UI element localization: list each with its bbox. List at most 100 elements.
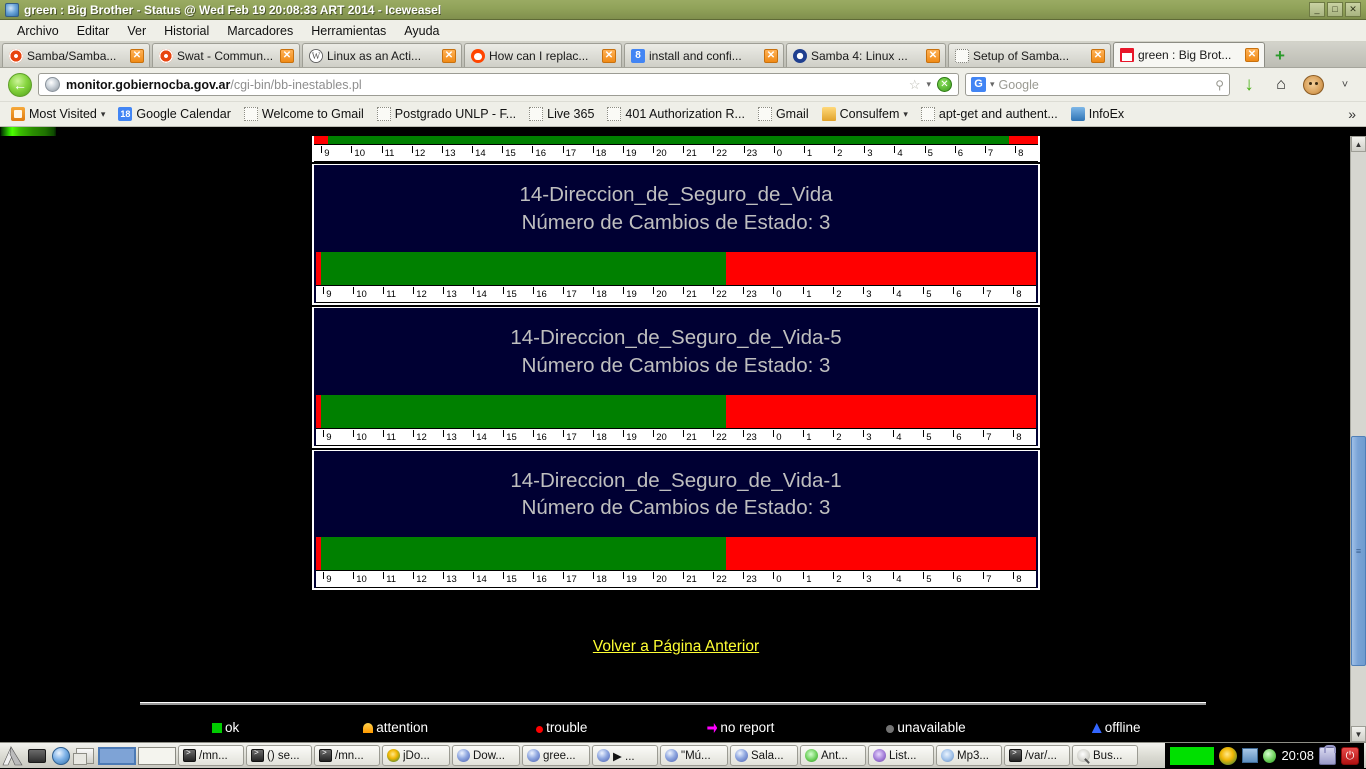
bookmark-live-365[interactable]: Live 365 [524, 105, 599, 123]
task-button[interactable]: "Mú... [660, 745, 728, 766]
workspace-1-button[interactable] [98, 747, 136, 765]
task-button[interactable]: Sala... [730, 745, 798, 766]
bookmark-folder-consulfem[interactable]: Consulfem ▾ [817, 105, 913, 123]
close-button[interactable]: ✕ [1345, 2, 1361, 17]
browser-tab-1[interactable]: Samba/Samba... ✕ [2, 43, 150, 67]
tab-close-icon[interactable]: ✕ [130, 49, 144, 63]
vertical-scrollbar[interactable]: ▲ ≡ ▼ [1350, 136, 1366, 742]
menu-icon[interactable] [2, 745, 24, 767]
workspace-2-button[interactable] [138, 747, 176, 765]
tab-close-icon[interactable]: ✕ [1245, 48, 1259, 62]
status-segment-ok[interactable] [321, 252, 726, 285]
bookmark-star-icon[interactable]: ☆ [909, 77, 921, 93]
jdownloader-tray-icon[interactable] [1219, 747, 1237, 765]
browser-tab-7[interactable]: Setup of Samba... ✕ [948, 43, 1111, 67]
axis-tick: 23 [744, 145, 758, 163]
menu-historial[interactable]: Historial [155, 22, 218, 40]
time-axis: 91011121314151617181920212223012345678 [314, 144, 1038, 162]
browser-tab-4[interactable]: How can I replac... ✕ [464, 43, 622, 67]
bookmark-infoex[interactable]: InfoEx [1066, 105, 1129, 123]
tab-close-icon[interactable]: ✕ [442, 49, 456, 63]
menu-ayuda[interactable]: Ayuda [395, 22, 448, 40]
task-button[interactable]: gree... [522, 745, 590, 766]
task-button[interactable]: ▶ ... [592, 745, 658, 766]
browser-tab-3[interactable]: Linux as an Acti... ✕ [302, 43, 462, 67]
power-icon[interactable]: ⏻ [1341, 747, 1359, 765]
search-engine-chevron-icon[interactable]: ▾ [990, 79, 995, 90]
axis-tick: 16 [533, 571, 547, 589]
search-bar[interactable]: G ▾ Google ⚲ [965, 73, 1230, 96]
bookmarks-overflow-button[interactable]: » [1348, 106, 1360, 122]
task-button[interactable]: Dow... [452, 745, 520, 766]
new-tab-button[interactable]: + [1270, 45, 1290, 65]
maximize-button[interactable]: □ [1327, 2, 1343, 17]
bookmark-most-visited[interactable]: Most Visited ▾ [6, 105, 110, 123]
chevron-down-icon[interactable]: ▾ [926, 79, 931, 90]
tab-close-icon[interactable]: ✕ [764, 49, 778, 63]
tab-close-icon[interactable]: ✕ [602, 49, 616, 63]
back-to-previous-page-link[interactable]: Volver a Página Anterior [593, 638, 759, 655]
stop-icon[interactable]: ✕ [937, 77, 952, 92]
downloads-button[interactable]: ↓ [1236, 72, 1262, 98]
menu-marcadores[interactable]: Marcadores [218, 22, 302, 40]
axis-tick: 19 [623, 145, 637, 163]
search-icon[interactable]: ⚲ [1215, 78, 1224, 92]
home-button[interactable]: ⌂ [1268, 72, 1294, 98]
browser-tab-8-active[interactable]: green : Big Brot... ✕ [1113, 42, 1265, 67]
task-button[interactable]: Mp3... [936, 745, 1002, 766]
bookmark-apt-get[interactable]: apt-get and authent... [916, 105, 1063, 123]
bookmark-google-calendar[interactable]: 18 Google Calendar [113, 105, 236, 123]
browser-tab-2[interactable]: Swat - Commun... ✕ [152, 43, 300, 67]
toolbar-overflow-button[interactable]: ˅ [1332, 72, 1358, 98]
browser-tab-6[interactable]: Samba 4: Linux ... ✕ [786, 43, 946, 67]
url-bar[interactable]: monitor.gobiernocba.gov.ar/cgi-bin/bb-in… [38, 73, 959, 96]
task-button[interactable]: Bus... [1072, 745, 1138, 766]
scroll-down-button[interactable]: ▼ [1351, 726, 1366, 742]
status-segment-trouble[interactable] [726, 537, 1036, 570]
axis-tick: 17 [563, 571, 577, 589]
task-button[interactable]: Ant... [800, 745, 866, 766]
tab-close-icon[interactable]: ✕ [1091, 49, 1105, 63]
status-segment-ok[interactable] [321, 395, 726, 428]
bigbrother-icon [1120, 48, 1134, 62]
bookmark-401-authorization[interactable]: 401 Authorization R... [602, 105, 750, 123]
tab-close-icon[interactable]: ✕ [926, 49, 940, 63]
tab-close-icon[interactable]: ✕ [280, 49, 294, 63]
net-monitor-applet[interactable] [1170, 747, 1214, 765]
task-button[interactable]: () se... [246, 745, 312, 766]
status-segment-trouble[interactable] [726, 252, 1036, 285]
scroll-up-button[interactable]: ▲ [1351, 136, 1366, 152]
task-button[interactable]: /mn... [178, 745, 244, 766]
browser-launcher[interactable] [50, 745, 72, 767]
menu-ver[interactable]: Ver [118, 22, 155, 40]
clock[interactable]: 20:08 [1281, 748, 1314, 763]
task-button[interactable]: /mn... [314, 745, 380, 766]
minimize-button[interactable]: _ [1309, 2, 1325, 17]
menu-archivo[interactable]: Archivo [8, 22, 68, 40]
show-desktop-button[interactable] [74, 745, 96, 767]
browser-icon [52, 747, 70, 765]
menu-herramientas[interactable]: Herramientas [302, 22, 395, 40]
network-icon[interactable] [1242, 748, 1258, 763]
drop-icon[interactable] [1263, 749, 1276, 763]
scrollbar-thumb[interactable]: ≡ [1351, 436, 1366, 666]
axis-tick: 12 [413, 429, 427, 447]
lock-icon[interactable] [1319, 747, 1336, 765]
google-icon[interactable]: G [971, 77, 986, 92]
back-button[interactable]: ← [8, 73, 32, 97]
task-button[interactable]: List... [868, 745, 934, 766]
addon-button[interactable] [1300, 72, 1326, 98]
bookmark-gmail-welcome[interactable]: Welcome to Gmail [239, 105, 369, 123]
task-button[interactable]: jDo... [382, 745, 450, 766]
status-segment-ok[interactable] [321, 537, 726, 570]
menu-editar[interactable]: Editar [68, 22, 119, 40]
task-button[interactable]: /var/... [1004, 745, 1070, 766]
status-segment-trouble[interactable] [726, 395, 1036, 428]
bookmark-gmail[interactable]: Gmail [753, 105, 814, 123]
search-input[interactable]: Google [999, 78, 1212, 92]
panel-header: 14-Direccion_de_Seguro_de_Vida Número de… [314, 165, 1038, 251]
browser-tab-5[interactable]: 8 install and confi... ✕ [624, 43, 784, 67]
bookmark-postgrado-unlp[interactable]: Postgrado UNLP - F... [372, 105, 521, 123]
terminal-launcher[interactable] [26, 745, 48, 767]
task-label: /mn... [199, 750, 228, 762]
